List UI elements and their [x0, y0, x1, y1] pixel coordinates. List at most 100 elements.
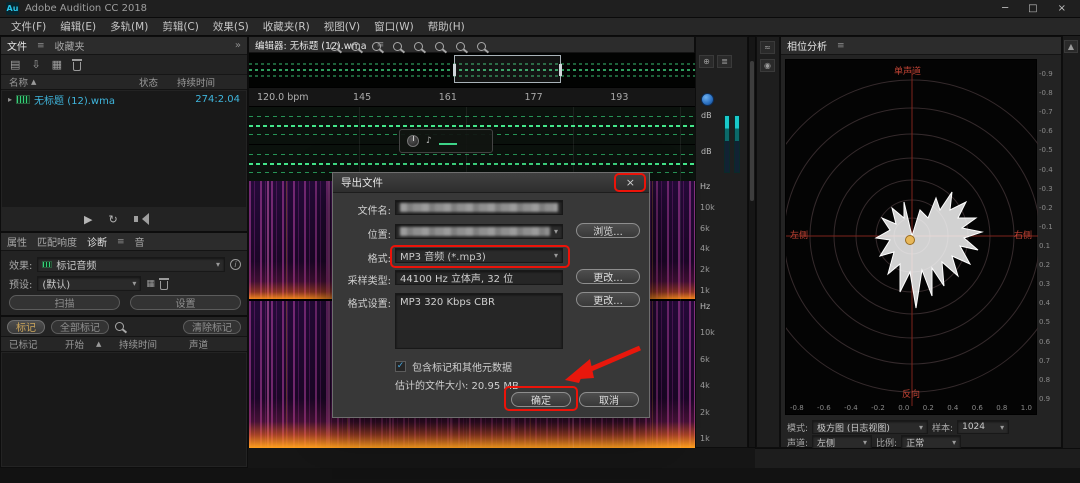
file-row[interactable]: ▸ 无标题 (12).wma 274:2.04 [2, 91, 246, 107]
db-scale-label[interactable]: dB [701, 111, 712, 120]
delete-preset-icon[interactable] [160, 281, 168, 290]
all-markers-button[interactable]: 全部标记 [51, 320, 109, 334]
collapsed-panels-strip: ≈ ◉ [756, 36, 780, 448]
markers-list[interactable] [2, 353, 246, 466]
gain-knob-icon[interactable] [407, 135, 419, 147]
cancel-button[interactable]: 取消 [579, 392, 639, 407]
panel-menu-icon[interactable]: ≡ [117, 237, 125, 247]
location-label: 位置: [333, 226, 391, 241]
column-channel[interactable]: 声道 [189, 337, 208, 351]
media-browser-icon[interactable]: ▤ [10, 58, 20, 71]
preset-dropdown[interactable]: (默认) ▾ [37, 276, 141, 291]
new-file-icon[interactable]: ▦ [52, 58, 62, 71]
phase-plot[interactable]: 单声道 左侧 右侧 反向 -0.8-0.6-0.4-0.20.00.20.40.… [785, 59, 1037, 415]
panel-overflow-icon[interactable]: » [235, 40, 241, 51]
save-preset-icon[interactable]: ▦ [146, 279, 155, 289]
format-settings-box[interactable]: MP3 320 Kbps CBR [395, 293, 563, 349]
filename-input[interactable] [395, 200, 563, 215]
editor-tab[interactable]: 编辑器: 无标题 (12).wma [255, 38, 367, 52]
column-duration[interactable]: 持续时间 [177, 75, 215, 89]
vertical-scrollbar[interactable] [748, 36, 756, 448]
ok-button[interactable]: 确定 [511, 392, 571, 407]
tab-favorites[interactable]: 收藏夹 [55, 38, 85, 53]
channel-options-icon[interactable]: ⊕ [699, 55, 714, 68]
y-tick: 0.3 [1039, 281, 1061, 288]
play-button[interactable]: ▶ [84, 213, 92, 226]
scrollbar-thumb[interactable] [750, 61, 754, 201]
close-button[interactable]: × [1058, 3, 1066, 14]
channel-dropdown[interactable]: 左侧 ▾ [812, 435, 872, 449]
phase-panel-tab[interactable]: 相位分析 [787, 38, 827, 53]
sample-type-field[interactable]: 44100 Hz 立体声, 32 位 [395, 270, 563, 285]
location-dropdown[interactable]: ▾ [395, 224, 563, 239]
panel-menu-icon[interactable]: ≡ [37, 41, 45, 51]
column-start[interactable]: 开始 [65, 337, 84, 351]
tab-properties[interactable]: 属性 [7, 234, 27, 249]
import-file-icon[interactable]: ⇩ [31, 58, 40, 71]
column-status[interactable]: 状态 [139, 75, 158, 89]
change-format-settings-button[interactable]: 更改... [576, 292, 640, 307]
chevron-down-icon: ▾ [863, 438, 867, 447]
dialog-close-button[interactable]: × [620, 176, 641, 189]
sort-asc-icon: ▲ [31, 78, 36, 86]
menu-item[interactable]: 效果(S) [206, 18, 256, 35]
column-name[interactable]: 名称 [1, 75, 28, 89]
effect-value: 标记音频 [56, 257, 212, 272]
frequency-scale-left[interactable]: Hz10k6k4k2k1k [700, 183, 715, 295]
meters-panel-icon[interactable]: ◉ [760, 59, 775, 72]
column-marked[interactable]: 已标记 [1, 337, 38, 351]
settings-button[interactable]: 设置 [130, 295, 241, 310]
menu-item[interactable]: 多轨(M) [103, 18, 155, 35]
menu-item[interactable]: 视图(V) [317, 18, 367, 35]
menu-item[interactable]: 剪辑(C) [155, 18, 206, 35]
minimize-button[interactable]: ─ [1002, 3, 1008, 14]
frequency-analysis-icon[interactable]: ≈ [760, 41, 775, 54]
effect-dropdown[interactable]: 标记音频 ▾ [37, 257, 225, 272]
menu-item[interactable]: 帮助(H) [421, 18, 472, 35]
column-duration[interactable]: 持续时间 [119, 337, 157, 351]
mode-dropdown[interactable]: 极方图 (日志视图) ▾ [812, 420, 928, 434]
x-tick: -0.6 [817, 404, 831, 412]
timeline-ruler[interactable]: 120.0 bpm 145161177193 [249, 87, 696, 107]
tab-clipped[interactable]: 音 [135, 234, 145, 249]
tab-match-loudness[interactable]: 匹配响度 [37, 234, 77, 249]
menu-item[interactable]: 窗口(W) [367, 18, 421, 35]
scale-options-icon[interactable]: ≣ [717, 55, 732, 68]
search-icon[interactable] [115, 322, 124, 331]
dialog-titlebar[interactable]: 导出文件 × [333, 173, 649, 193]
menu-item[interactable]: 收藏夹(R) [256, 18, 317, 35]
tab-diagnostics[interactable]: 诊断 [87, 234, 107, 249]
auto-play-speaker-icon[interactable] [134, 216, 138, 222]
tab-files[interactable]: 文件 [7, 38, 27, 53]
format-dropdown[interactable]: MP3 音频 (*.mp3) ▾ [395, 248, 563, 263]
clear-markers-button[interactable]: 清除标记 [183, 320, 241, 334]
zoom-knob-icon[interactable] [701, 93, 714, 106]
effect-label: 效果: [9, 257, 32, 272]
info-icon[interactable]: i [230, 259, 241, 270]
menu-item[interactable]: 文件(F) [4, 18, 53, 35]
frequency-scale-right[interactable]: Hz10k6k4k2k1k [700, 303, 715, 443]
phase-label-left: 左侧 [790, 228, 808, 241]
overview-selection[interactable] [454, 55, 561, 83]
samples-dropdown[interactable]: 1024 ▾ [957, 420, 1009, 434]
menu-item[interactable]: 编辑(E) [53, 18, 103, 35]
scale-dropdown[interactable]: 正常 ▾ [901, 435, 961, 449]
collapse-panel-icon[interactable]: ▲ [1064, 40, 1078, 53]
waveform-overview[interactable] [249, 53, 696, 87]
include-metadata-checkbox[interactable]: ✓ [395, 361, 406, 372]
freq-tick: 4k [700, 245, 710, 253]
markers-tab-button[interactable]: 标记 [7, 320, 45, 334]
loop-button[interactable]: ↻ [108, 213, 117, 226]
db-scale-label[interactable]: dB [701, 147, 712, 156]
zoom-out-full-icon [456, 42, 465, 51]
scan-button[interactable]: 扫描 [9, 295, 120, 310]
heads-up-display[interactable]: ♪ [399, 129, 493, 153]
maximize-button[interactable]: □ [1028, 3, 1037, 14]
phase-label-inverse: 反向 [902, 387, 920, 400]
change-sample-type-button[interactable]: 更改... [576, 269, 640, 284]
browse-button[interactable]: 浏览... [576, 223, 640, 238]
expand-icon[interactable]: ▸ [8, 95, 12, 104]
panel-menu-icon[interactable]: ≡ [837, 41, 845, 51]
chevron-down-icon: ▾ [919, 423, 923, 432]
delete-file-icon[interactable] [73, 62, 81, 71]
